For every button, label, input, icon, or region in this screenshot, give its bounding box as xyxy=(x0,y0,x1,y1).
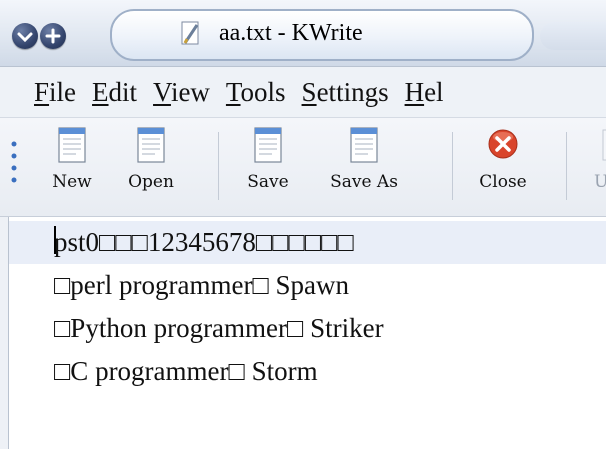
editor-line[interactable]: □Python programmer□ Striker xyxy=(54,307,384,350)
editor-line-text: □C programmer□ Storm xyxy=(54,356,318,386)
menu-tools-label: ools xyxy=(240,77,286,107)
open-document-icon xyxy=(137,127,165,163)
menu-tools[interactable]: Tools xyxy=(226,67,286,117)
menu-help-mnemonic: H xyxy=(404,77,425,107)
menu-edit-mnemonic: E xyxy=(92,77,109,107)
menu-help-label: el xyxy=(424,77,444,107)
menu-file-label: ile xyxy=(49,77,77,107)
save-button[interactable]: Save xyxy=(240,126,296,210)
menu-file[interactable]: File xyxy=(34,67,76,117)
title-bar-right-area xyxy=(540,22,606,50)
undo-button-label: U xyxy=(594,172,606,192)
chevron-down-icon xyxy=(17,32,33,43)
toolbar-separator xyxy=(566,132,567,200)
menu-view-label: iew xyxy=(170,77,210,107)
save-as-button[interactable]: Save As xyxy=(328,126,400,210)
close-button[interactable]: Close xyxy=(470,126,536,210)
editor-line-current[interactable]: pst0□□□12345678□□□□□□ xyxy=(9,221,606,264)
menu-bar: File Edit View Tools Settings Hel xyxy=(0,67,606,118)
close-document-icon xyxy=(488,129,518,159)
keep-on-top-button[interactable] xyxy=(40,23,66,49)
menu-settings-label: ettings xyxy=(316,77,389,107)
save-document-icon xyxy=(254,127,282,163)
menu-settings[interactable]: Settings xyxy=(302,67,389,117)
toolbar-separator xyxy=(218,132,219,200)
editor-line-text: □perl programmer□ Spawn xyxy=(54,270,350,300)
toolbar-separator xyxy=(452,132,453,200)
undo-button[interactable]: U xyxy=(586,126,606,210)
window-title: aa.txt - KWrite xyxy=(219,20,363,46)
menu-help[interactable]: Hel xyxy=(405,67,444,117)
toolbar-grip-handle[interactable] xyxy=(10,140,18,192)
editor-left-border xyxy=(0,217,9,449)
menu-view[interactable]: View xyxy=(153,67,210,117)
menu-edit-label: dit xyxy=(108,77,138,107)
menu-tools-mnemonic: T xyxy=(225,77,241,107)
text-cursor xyxy=(54,226,56,254)
window-menu-button[interactable] xyxy=(12,23,38,49)
menu-edit[interactable]: Edit xyxy=(92,67,137,117)
window-title-tab[interactable]: aa.txt - KWrite xyxy=(110,9,534,61)
plus-icon xyxy=(45,28,61,44)
save-as-button-label: Save As xyxy=(330,172,398,192)
open-button-label: Open xyxy=(128,172,174,192)
editor-line-text: pst0□□□12345678□□□□□□ xyxy=(54,227,354,257)
editor-line[interactable]: □perl programmer□ Spawn xyxy=(54,264,349,307)
menu-settings-mnemonic: S xyxy=(301,77,317,107)
title-bar: aa.txt - KWrite xyxy=(0,0,606,67)
editor-line[interactable]: □C programmer□ Storm xyxy=(54,350,318,393)
menu-file-mnemonic: F xyxy=(34,77,50,107)
menu-view-mnemonic: V xyxy=(153,77,171,107)
text-editor-icon xyxy=(181,21,199,45)
save-as-document-icon xyxy=(350,127,378,163)
new-button-label: New xyxy=(52,172,92,192)
save-button-label: Save xyxy=(247,172,289,192)
close-button-label: Close xyxy=(479,172,527,192)
new-document-icon xyxy=(58,127,86,163)
undo-icon xyxy=(602,129,606,161)
main-toolbar: New Open Save Save As Close U xyxy=(0,118,606,217)
editor-line-text: □Python programmer□ Striker xyxy=(54,313,384,343)
new-button[interactable]: New xyxy=(44,126,100,210)
text-editor-area[interactable]: pst0□□□12345678□□□□□□ □perl programmer□ … xyxy=(0,217,606,449)
open-button[interactable]: Open xyxy=(118,126,184,210)
